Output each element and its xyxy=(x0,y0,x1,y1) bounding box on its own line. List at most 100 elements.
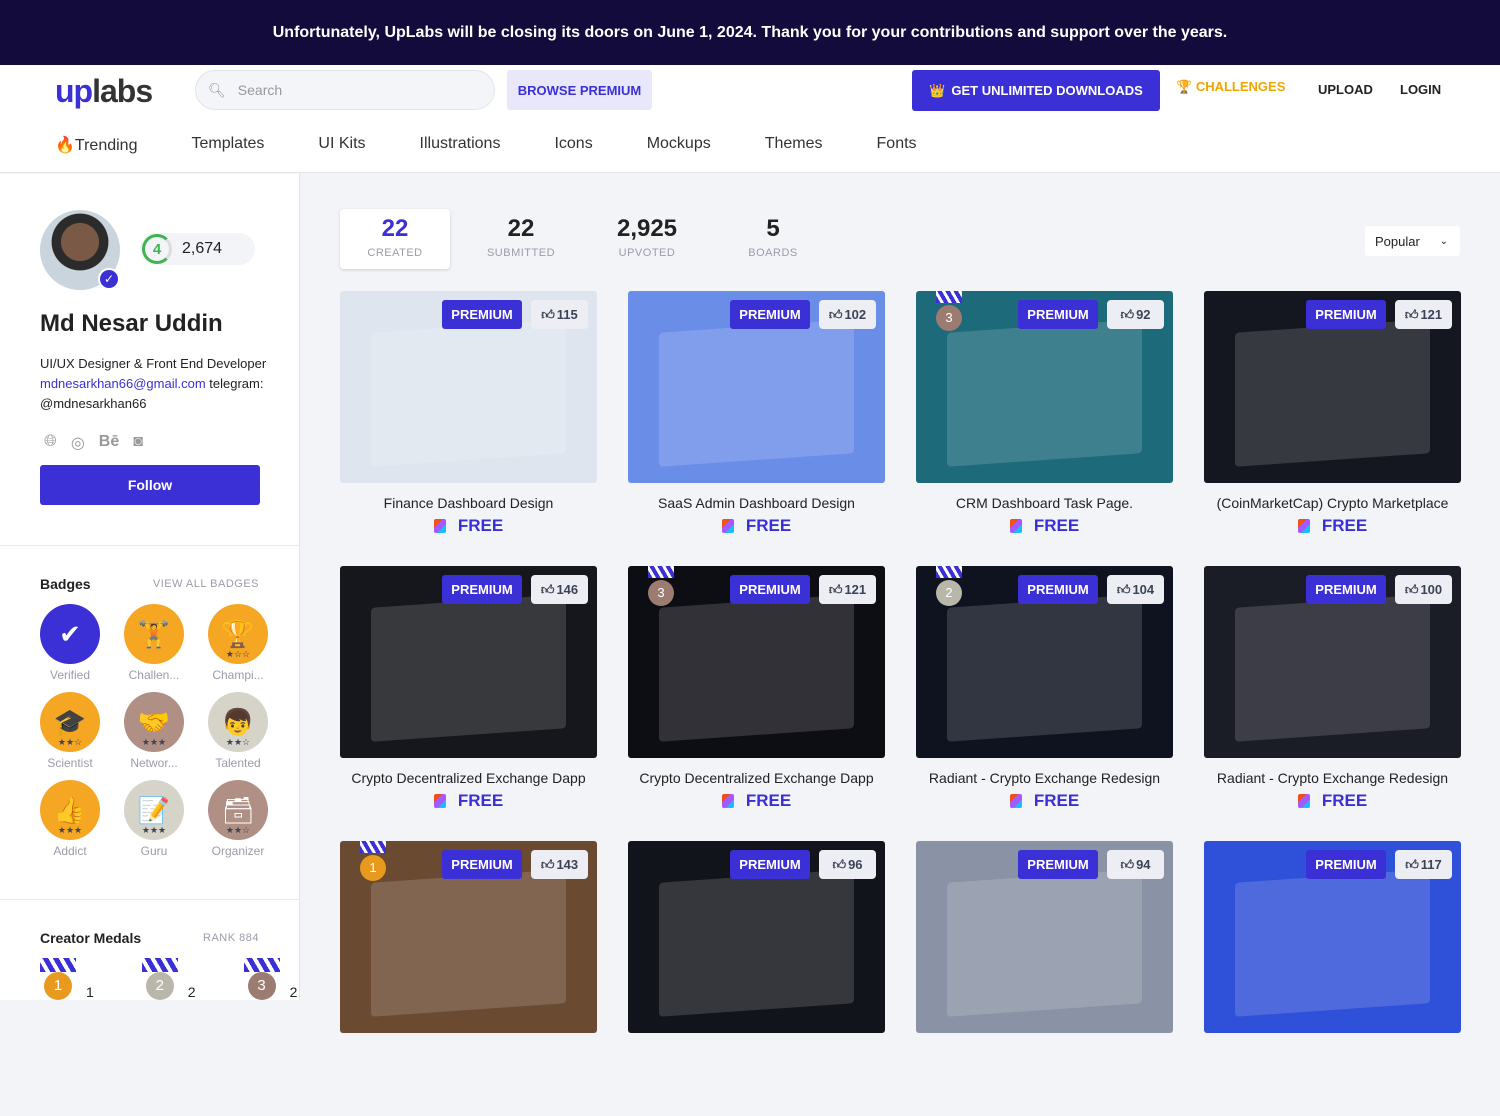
figma-icon xyxy=(721,794,734,808)
badge-icon: 🤝 ★★★ xyxy=(124,692,184,752)
sort-dropdown[interactable]: Popular ⌄ xyxy=(1365,226,1460,256)
card-thumbnail[interactable]: PREMIUM 👍︎ 102 xyxy=(628,291,885,483)
like-button[interactable]: 👍︎ 146 xyxy=(531,575,588,604)
card-thumbnail[interactable]: 3 PREMIUM 👍︎ 92 xyxy=(916,291,1173,483)
design-card[interactable]: PREMIUM 👍︎ 117 xyxy=(1204,841,1461,1116)
nav-item[interactable]: Themes xyxy=(765,135,823,155)
design-card[interactable]: PREMIUM 👍︎ 102 SaaS Admin Dashboard Design F… xyxy=(628,291,885,566)
design-card[interactable]: 2 PREMIUM 👍︎ 104 Radiant - Crypto Exchange R… xyxy=(916,566,1173,841)
browse-premium-button[interactable]: BROWSE PREMIUM xyxy=(507,70,652,110)
instagram-icon[interactable]: ◙ xyxy=(133,433,143,453)
nav-item[interactable]: 🔥Trending xyxy=(55,135,137,155)
like-button[interactable]: 👍︎ 92 xyxy=(1107,300,1164,329)
card-title[interactable]: SaaS Admin Dashboard Design xyxy=(628,495,885,511)
stat-tab-created[interactable]: 22 CREATED xyxy=(340,209,450,269)
card-title[interactable]: Radiant - Crypto Exchange Redesign xyxy=(916,770,1173,786)
card-price: FREE xyxy=(340,791,597,811)
like-button[interactable]: 👍︎ 96 xyxy=(819,850,876,879)
badge[interactable]: 📝 ★★★ Guru xyxy=(124,780,184,858)
card-title[interactable]: CRM Dashboard Task Page. xyxy=(916,495,1173,511)
email-link[interactable]: mdnesarkhan66@gmail.com xyxy=(40,376,206,391)
card-thumbnail[interactable]: 3 PREMIUM 👍︎ 121 xyxy=(628,566,885,758)
stat-tab-boards[interactable]: 5 BOARDS xyxy=(718,209,828,269)
medal-place: 2 xyxy=(936,580,962,606)
view-all-badges-link[interactable]: VIEW ALL BADGES xyxy=(153,578,259,590)
badge-glyph: 👍 xyxy=(53,794,87,825)
design-card[interactable]: 3 PREMIUM 👍︎ 92 CRM Dashboard Task Page. FREE xyxy=(916,291,1173,566)
badge[interactable]: 🎓 ★★☆ Scientist xyxy=(40,692,100,770)
uplabs-logo[interactable]: uplabs xyxy=(55,73,153,110)
badge[interactable]: 🏆 ★☆☆ Champi... xyxy=(208,604,268,682)
like-button[interactable]: 👍︎ 115 xyxy=(531,300,588,329)
nav-item[interactable]: Mockups xyxy=(647,135,711,155)
card-title[interactable]: Crypto Decentralized Exchange Dapp xyxy=(340,770,597,786)
badge[interactable]: ✔ Verified xyxy=(40,604,100,682)
medal-ribbon xyxy=(360,841,386,853)
card-title[interactable]: Radiant - Crypto Exchange Redesign xyxy=(1204,770,1461,786)
nav-item[interactable]: UI Kits xyxy=(318,135,365,155)
badge-glyph: 👦 xyxy=(221,706,255,737)
badge[interactable]: 🗃 ★★☆ Organizer xyxy=(208,780,268,858)
card-thumbnail[interactable]: PREMIUM 👍︎ 115 xyxy=(340,291,597,483)
design-card[interactable]: 3 PREMIUM 👍︎ 121 Crypto Decentralized Exchan… xyxy=(628,566,885,841)
card-price: FREE xyxy=(916,791,1173,811)
badge[interactable]: 🏋 Challen... xyxy=(124,604,184,682)
like-button[interactable]: 👍︎ 121 xyxy=(819,575,876,604)
like-button[interactable]: 👍︎ 94 xyxy=(1107,850,1164,879)
card-thumbnail[interactable]: PREMIUM 👍︎ 94 xyxy=(916,841,1173,1033)
card-thumbnail[interactable]: 1 PREMIUM 👍︎ 143 xyxy=(340,841,597,1033)
like-button[interactable]: 👍︎ 143 xyxy=(531,850,588,879)
design-card[interactable]: 1 PREMIUM 👍︎ 143 xyxy=(340,841,597,1116)
card-title[interactable]: Crypto Decentralized Exchange Dapp xyxy=(628,770,885,786)
badge[interactable]: 👦 ★★☆ Talented xyxy=(208,692,268,770)
challenges-link[interactable]: 🏆 CHALLENGES xyxy=(1176,79,1285,95)
follow-button[interactable]: Follow xyxy=(40,465,260,505)
like-button[interactable]: 👍︎ 100 xyxy=(1395,575,1452,604)
like-button[interactable]: 👍︎ 104 xyxy=(1107,575,1164,604)
badge[interactable]: 👍 ★★★ Addict xyxy=(40,780,100,858)
design-card[interactable]: PREMIUM 👍︎ 115 Finance Dashboard Design FREE xyxy=(340,291,597,566)
design-card[interactable]: PREMIUM 👍︎ 96 xyxy=(628,841,885,1116)
like-button[interactable]: 👍︎ 102 xyxy=(819,300,876,329)
stat-tab-upvoted[interactable]: 2,925 UPVOTED xyxy=(592,209,702,269)
behance-icon[interactable]: Bē xyxy=(99,433,119,453)
design-card[interactable]: PREMIUM 👍︎ 94 xyxy=(916,841,1173,1116)
thumbs-up-icon: 👍︎ xyxy=(1405,856,1419,872)
nav-item[interactable]: Illustrations xyxy=(420,135,501,155)
design-card[interactable]: PREMIUM 👍︎ 146 Crypto Decentralized Exchang… xyxy=(340,566,597,841)
figma-icon xyxy=(1297,519,1310,533)
badge-icon: 👍 ★★★ xyxy=(40,780,100,840)
design-card[interactable]: PREMIUM 👍︎ 100 Radiant - Crypto Exchange Re… xyxy=(1204,566,1461,841)
get-unlimited-downloads-button[interactable]: 👑 GET UNLIMITED DOWNLOADS xyxy=(912,70,1160,111)
nav-item[interactable]: Icons xyxy=(554,135,592,155)
badge-glyph: 🏆 xyxy=(221,618,255,649)
upload-link[interactable]: UPLOAD xyxy=(1318,82,1373,97)
thumbnail-mockup xyxy=(946,593,1143,742)
card-thumbnail[interactable]: 2 PREMIUM 👍︎ 104 xyxy=(916,566,1173,758)
medal-ribbon xyxy=(141,958,178,972)
search-input[interactable]: 🔍︎ Search xyxy=(195,70,495,110)
login-link[interactable]: LOGIN xyxy=(1400,82,1441,97)
globe-icon[interactable]: 🌐︎ xyxy=(44,433,57,453)
nav-item[interactable]: Templates xyxy=(191,135,264,155)
medal-count: 2 xyxy=(187,984,196,1000)
badge[interactable]: 🤝 ★★★ Networ... xyxy=(124,692,184,770)
card-thumbnail[interactable]: PREMIUM 👍︎ 100 xyxy=(1204,566,1461,758)
thumbnail-mockup xyxy=(946,318,1143,467)
card-title[interactable]: Finance Dashboard Design xyxy=(340,495,597,511)
badge-stars: ★★★ xyxy=(141,737,167,747)
thumbs-up-icon: 👍︎ xyxy=(541,306,555,322)
like-button[interactable]: 👍︎ 121 xyxy=(1395,300,1452,329)
design-card[interactable]: PREMIUM 👍︎ 121 (CoinMarketCap) Crypto Marke… xyxy=(1204,291,1461,566)
nav-item[interactable]: Fonts xyxy=(877,135,917,155)
like-button[interactable]: 👍︎ 117 xyxy=(1395,850,1452,879)
stat-tab-submitted[interactable]: 22 SUBMITTED xyxy=(466,209,576,269)
card-title[interactable]: (CoinMarketCap) Crypto Marketplace xyxy=(1204,495,1461,511)
dribbble-icon[interactable]: ◎ xyxy=(71,433,85,453)
card-thumbnail[interactable]: PREMIUM 👍︎ 146 xyxy=(340,566,597,758)
stat-value: 22 xyxy=(507,215,535,242)
card-thumbnail[interactable]: PREMIUM 👍︎ 117 xyxy=(1204,841,1461,1033)
card-price: FREE xyxy=(916,516,1173,536)
card-thumbnail[interactable]: PREMIUM 👍︎ 96 xyxy=(628,841,885,1033)
card-thumbnail[interactable]: PREMIUM 👍︎ 121 xyxy=(1204,291,1461,483)
